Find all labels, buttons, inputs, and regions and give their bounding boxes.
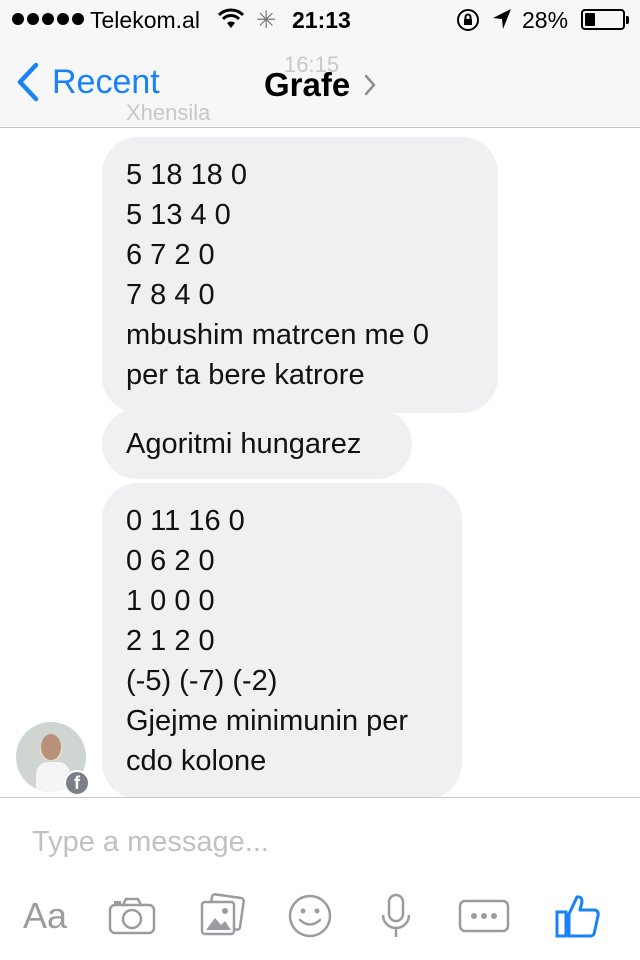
battery-fill	[585, 13, 596, 26]
photo-gallery-icon	[200, 893, 245, 936]
back-button[interactable]: Recent	[16, 62, 160, 102]
more-icon	[458, 899, 510, 933]
composer-toolbar: Aa	[0, 886, 640, 946]
message-input[interactable]	[32, 822, 602, 862]
microphone-icon	[381, 893, 411, 937]
rotation-lock-icon	[456, 8, 480, 38]
composer: Aa	[0, 797, 640, 960]
text-style-button[interactable]: Aa	[18, 886, 72, 946]
like-icon	[555, 895, 600, 938]
battery-icon	[581, 9, 629, 30]
battery-percent: 28%	[522, 7, 569, 33]
chevron-left-icon	[17, 62, 39, 102]
clock: 21:13	[292, 7, 351, 33]
activity-spinner-icon: ✳	[256, 7, 277, 34]
facebook-badge-icon: f	[64, 770, 90, 796]
wifi-icon	[217, 8, 245, 36]
message-bubble[interactable]: 0 11 16 0 0 6 2 0 1 0 0 0 2 1 2 0 (-5) (…	[102, 483, 462, 797]
like-button[interactable]	[550, 886, 606, 946]
sticker-button[interactable]	[282, 886, 338, 946]
location-arrow-icon	[492, 8, 512, 36]
camera-icon	[108, 897, 156, 935]
avatar-head	[41, 734, 61, 760]
signal-icon	[12, 13, 84, 25]
gallery-button[interactable]	[194, 886, 250, 946]
message-bubble[interactable]: 5 18 18 0 5 13 4 0 6 7 2 0 7 8 4 0 mbush…	[102, 137, 498, 413]
back-label: Recent	[52, 62, 160, 101]
page-title: Grafe	[264, 66, 351, 103]
top-bar: Telekom.al ✳ 21:13 28% 16:15 Xhensila Re…	[0, 0, 640, 128]
faded-sender-name: Xhensila	[126, 100, 211, 125]
message-bubble[interactable]: Agoritmi hungarez	[102, 409, 412, 479]
status-bar: Telekom.al ✳ 21:13 28%	[0, 0, 640, 40]
more-button[interactable]	[456, 886, 512, 946]
camera-button[interactable]	[104, 886, 160, 946]
message-list[interactable]: 5 18 18 0 5 13 4 0 6 7 2 0 7 8 4 0 mbush…	[0, 129, 640, 797]
conversation-title[interactable]: Grafe	[264, 66, 376, 104]
voice-button[interactable]	[370, 886, 422, 946]
carrier-name: Telekom.al	[90, 7, 200, 33]
sticker-icon	[288, 894, 332, 938]
chevron-right-icon	[364, 74, 376, 96]
